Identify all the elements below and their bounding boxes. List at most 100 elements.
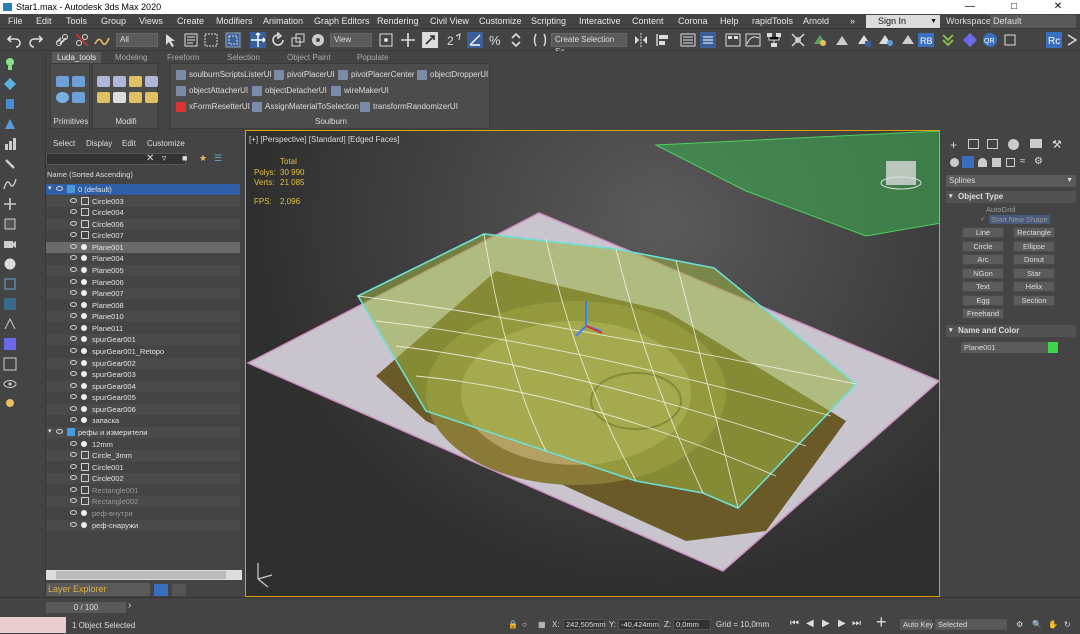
table-row[interactable]: spurGear001_Retopo: [46, 346, 240, 357]
rc-tool-icon[interactable]: Rc: [1046, 32, 1062, 48]
modifier-symmetry-icon[interactable]: [113, 92, 126, 103]
script-object-attacher[interactable]: objectAttacherUI: [176, 86, 248, 96]
spline-icon[interactable]: [3, 177, 17, 191]
create-tab-icon[interactable]: +: [950, 138, 957, 152]
render-active-icon[interactable]: [878, 32, 894, 48]
hierarchy-tab-icon[interactable]: [987, 139, 998, 149]
visibility-eye-icon[interactable]: [70, 255, 77, 261]
rollout-object-type[interactable]: ▾ Object Type: [946, 191, 1076, 203]
cylinder-icon[interactable]: [3, 97, 17, 111]
shapes-icon[interactable]: [962, 156, 974, 168]
object-name-input[interactable]: Plane001: [961, 342, 1049, 353]
table-row[interactable]: Circle_3mm: [46, 450, 240, 462]
visibility-eye-icon[interactable]: [70, 324, 77, 330]
create-egg-button[interactable]: Egg: [962, 294, 1004, 306]
snaps-toggle-icon[interactable]: 2: [446, 32, 462, 48]
visibility-eye-icon[interactable]: [70, 371, 77, 377]
previous-frame-icon[interactable]: ◀: [806, 618, 814, 629]
visibility-eye-icon[interactable]: [70, 475, 77, 481]
minimize-icon[interactable]: —: [948, 0, 992, 14]
new-layer-icon[interactable]: ★: [199, 153, 207, 164]
select-object-icon[interactable]: [163, 32, 179, 48]
chart-icon[interactable]: [3, 137, 17, 151]
table-row[interactable]: spurGear004: [46, 380, 240, 392]
create-ngon-button[interactable]: NGon: [962, 267, 1004, 279]
render-production-icon[interactable]: [856, 32, 872, 48]
table-row[interactable]: spurGear006: [46, 403, 240, 415]
object-color-swatch[interactable]: [1048, 342, 1058, 353]
select-region-icon[interactable]: [3, 297, 17, 311]
tab-modeling[interactable]: Modeling: [110, 52, 152, 63]
display-tab-icon[interactable]: [1030, 139, 1042, 148]
link-icon[interactable]: [54, 32, 70, 48]
visibility-eye-icon[interactable]: [70, 290, 77, 296]
spinner-snap-icon[interactable]: [508, 32, 524, 48]
systems-icon[interactable]: ⚙: [1034, 156, 1043, 167]
align-icon[interactable]: [655, 32, 671, 48]
layer-row[interactable]: ▾ рефы и измерители: [46, 426, 240, 438]
menu-interactive[interactable]: Interactive: [579, 16, 621, 26]
modifier-shell-icon[interactable]: [129, 76, 142, 87]
modifier-bend-icon[interactable]: [97, 76, 110, 87]
script-pivot-placer[interactable]: pivotPlacerUI: [274, 70, 335, 80]
table-row[interactable]: Plane007: [46, 288, 240, 300]
z-coordinate-field[interactable]: 0,0mm: [673, 619, 711, 630]
motion-tab-icon[interactable]: [1008, 139, 1019, 150]
orbit-icon[interactable]: ↻: [1064, 620, 1071, 629]
visibility-eye-icon[interactable]: [70, 521, 77, 527]
table-row[interactable]: spurGear002: [46, 357, 240, 369]
create-ellipse-button[interactable]: Ellipse: [1013, 240, 1055, 252]
clip-icon[interactable]: [3, 277, 17, 291]
select-by-name-icon[interactable]: [183, 32, 199, 48]
scene-menu-customize[interactable]: Customize: [147, 139, 185, 148]
menu-file[interactable]: File: [8, 16, 23, 26]
menu-customize[interactable]: Customize: [479, 16, 522, 26]
create-arc-button[interactable]: Arc: [962, 254, 1004, 265]
rectangular-selection-icon[interactable]: [203, 32, 219, 48]
unlink-icon[interactable]: [74, 32, 90, 48]
keyboard-shortcut-override-icon[interactable]: [422, 32, 438, 48]
quad-remesher-icon[interactable]: QR: [982, 32, 998, 48]
scene-menu-display[interactable]: Display: [86, 139, 112, 148]
script-wire-maker[interactable]: wireMakerUI: [331, 86, 389, 96]
menu-rapidtools[interactable]: rapidTools: [752, 16, 793, 26]
create-rectangle-button[interactable]: Rectangle: [1013, 227, 1055, 238]
table-row[interactable]: Plane008: [46, 300, 240, 311]
visibility-eye-icon[interactable]: [70, 417, 77, 423]
tape-icon[interactable]: [3, 217, 17, 231]
create-circle-button[interactable]: Circle: [962, 240, 1004, 252]
table-row[interactable]: Circle003: [46, 195, 240, 207]
scene-explorer-icon[interactable]: [680, 32, 696, 48]
key-mode-dropdown[interactable]: Selected: [935, 619, 1007, 630]
visibility-eye-icon[interactable]: [70, 405, 77, 411]
table-row[interactable]: Plane011: [46, 323, 240, 334]
create-star-button[interactable]: Star: [1013, 267, 1055, 279]
menu-rendering[interactable]: Rendering: [377, 16, 419, 26]
menu-scripting[interactable]: Scripting: [531, 16, 566, 26]
isolate-icon[interactable]: ○: [522, 620, 527, 629]
menu-group[interactable]: Group: [101, 16, 126, 26]
cameras-icon[interactable]: [992, 158, 1001, 167]
table-row[interactable]: Plane005: [46, 264, 240, 276]
visibility-eye-icon[interactable]: [70, 278, 77, 284]
pivot-center-icon[interactable]: [378, 32, 394, 48]
horizontal-scrollbar[interactable]: [46, 570, 242, 580]
spacewarps-icon[interactable]: ≈: [1020, 156, 1026, 167]
modify-tab-icon[interactable]: [968, 139, 979, 149]
expand-arrow-icon[interactable]: ▾: [48, 427, 52, 435]
table-row[interactable]: Plane004: [46, 253, 240, 264]
menu-edit[interactable]: Edit: [36, 16, 52, 26]
cylinder-primitive-icon[interactable]: [72, 76, 85, 87]
visibility-eye-icon[interactable]: [70, 486, 77, 492]
visibility-eye-icon[interactable]: [56, 186, 63, 191]
script-transform-randomizer[interactable]: transformRandomizerUI: [360, 102, 458, 112]
edit-named-selection-icon[interactable]: [532, 32, 548, 48]
auto-key-button[interactable]: Auto Key: [900, 619, 933, 630]
table-row[interactable]: Circle006: [46, 218, 240, 230]
tab-selection[interactable]: Selection: [222, 52, 265, 63]
collapse-icon[interactable]: [940, 32, 956, 48]
perspective-viewport[interactable]: [+] [Perspective] [Standard] [Edged Face…: [245, 130, 940, 597]
percent-snap-icon[interactable]: %: [488, 32, 504, 48]
go-to-end-icon[interactable]: ⏭: [852, 618, 861, 629]
bulb-icon[interactable]: [3, 397, 17, 411]
